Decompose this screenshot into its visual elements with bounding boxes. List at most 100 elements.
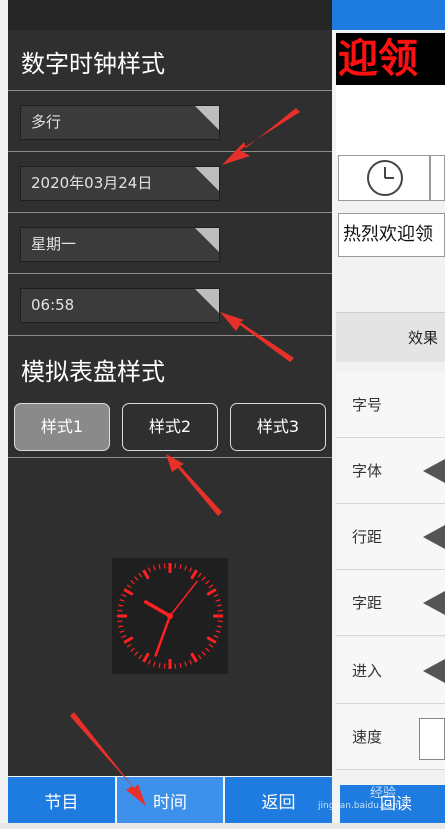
clock-minute-tick: [117, 620, 123, 623]
clock-minute-tick: [147, 659, 152, 665]
divider: [8, 273, 332, 274]
clock-minute-hand: [154, 614, 172, 657]
clock-minute-tick: [197, 572, 202, 578]
clock-minute-tick: [130, 580, 135, 585]
speed-input[interactable]: [419, 718, 445, 760]
clock-minute-tick: [179, 662, 182, 668]
clock-minute-tick: [216, 604, 222, 607]
row-label: 行距: [352, 528, 383, 546]
line-mode-dropdown[interactable]: 多行: [20, 105, 220, 140]
clock-hour-tick: [190, 569, 198, 580]
font-size-row[interactable]: 字号: [336, 372, 445, 438]
dropdown-corner-icon: [195, 106, 219, 130]
divider: [8, 90, 332, 91]
dropdown-corner-icon: [195, 289, 219, 313]
analog-clock-face-icon: [117, 563, 223, 669]
nav-back-button[interactable]: 返回: [225, 777, 332, 823]
clock-minute-tick: [215, 599, 221, 602]
time-format-dropdown[interactable]: 06:58: [20, 288, 220, 323]
font-family-row[interactable]: 字体: [336, 438, 445, 504]
clock-minute-tick: [121, 593, 127, 598]
clock-minute-tick: [174, 563, 177, 569]
analog-clock-preview: [112, 558, 228, 674]
clock-minute-tick: [213, 634, 219, 639]
app-top-bar: [332, 0, 445, 30]
clock-minute-tick: [153, 565, 156, 571]
clock-settings-drawer: 数字时钟样式 多行 2020年03月24日 星期一 06:58 模拟表盘样式 样…: [8, 0, 332, 776]
clock-minute-tick: [217, 620, 223, 623]
clock-hour-tick: [206, 588, 217, 596]
clock-minute-tick: [163, 563, 166, 569]
clock-minute-tick: [163, 663, 166, 669]
divider: [8, 151, 332, 152]
left-arrow-icon[interactable]: [423, 659, 445, 683]
clock-minute-tick: [119, 630, 125, 633]
left-arrow-icon[interactable]: [423, 459, 445, 483]
clock-hour-tick: [142, 652, 150, 663]
style-1-button[interactable]: 样式1: [14, 403, 110, 451]
dropdown-value: 星期一: [31, 235, 77, 253]
drawer-top-bar: [8, 0, 332, 30]
program-text-input[interactable]: 热烈欢迎领: [338, 213, 445, 257]
clock-minute-tick: [158, 662, 161, 668]
clock-minute-tick: [188, 659, 193, 665]
dropdown-value: 06:58: [31, 296, 75, 314]
line-spacing-row[interactable]: 行距: [336, 504, 445, 570]
left-arrow-icon[interactable]: [423, 525, 445, 549]
clock-icon: [367, 160, 403, 196]
clock-hour-tick: [123, 588, 134, 596]
effect-tab[interactable]: 效果: [336, 312, 445, 362]
led-preview: 迎领: [336, 33, 445, 85]
nav-program-button[interactable]: 节目: [8, 777, 115, 823]
clock-center-dot: [167, 613, 173, 619]
clock-minute-tick: [217, 609, 223, 612]
left-arrow-icon[interactable]: [423, 591, 445, 615]
style-3-button[interactable]: 样式3: [230, 403, 326, 451]
speed-row[interactable]: 速度: [336, 704, 445, 770]
row-label: 字号: [352, 396, 383, 414]
preview-area: [336, 85, 445, 155]
clock-minute-tick: [126, 584, 132, 589]
clock-minute-tick: [158, 564, 161, 570]
clock-minute-tick: [134, 651, 139, 656]
weekday-format-dropdown[interactable]: 星期一: [20, 227, 220, 262]
date-format-dropdown[interactable]: 2020年03月24日: [20, 166, 220, 201]
divider: [8, 335, 332, 336]
style-2-button[interactable]: 样式2: [122, 403, 218, 451]
clock-minute-tick: [188, 567, 193, 573]
clock-minute-tick: [184, 661, 187, 667]
row-label: 速度: [352, 728, 383, 746]
clock-hour-tick: [123, 636, 134, 644]
clock-minute-tick: [197, 654, 202, 660]
watermark-line: jingyan.baidu.com: [318, 801, 402, 811]
clock-tab[interactable]: [338, 155, 430, 201]
divider: [8, 457, 332, 458]
row-label: 字体: [352, 462, 383, 480]
clock-minute-tick: [117, 609, 123, 612]
analog-clock-title: 模拟表盘样式: [21, 358, 165, 386]
dropdown-value: 多行: [31, 113, 62, 131]
clock-minute-tick: [213, 593, 219, 598]
clock-hour-hand: [144, 600, 172, 618]
nav-time-button[interactable]: 时间: [117, 777, 223, 823]
clock-minute-tick: [201, 651, 206, 656]
clock-minute-tick: [179, 564, 182, 570]
char-spacing-row[interactable]: 字距: [336, 570, 445, 636]
clock-minute-tick: [118, 625, 124, 628]
clock-minute-tick: [205, 647, 210, 652]
clock-minute-tick: [205, 580, 210, 585]
clock-minute-tick: [126, 643, 132, 648]
clock-minute-tick: [208, 584, 214, 589]
next-tab[interactable]: [430, 155, 445, 201]
clock-minute-tick: [121, 634, 127, 639]
clock-minute-tick: [138, 654, 143, 660]
enter-effect-row[interactable]: 进入: [336, 638, 445, 704]
clock-hour-tick: [142, 569, 150, 580]
clock-minute-tick: [201, 576, 206, 581]
clock-second-hand: [169, 580, 198, 617]
clock-minute-tick: [119, 599, 125, 602]
divider: [8, 212, 332, 213]
clock-minute-tick: [130, 647, 135, 652]
clock-minute-tick: [134, 576, 139, 581]
clock-minute-tick: [118, 604, 124, 607]
